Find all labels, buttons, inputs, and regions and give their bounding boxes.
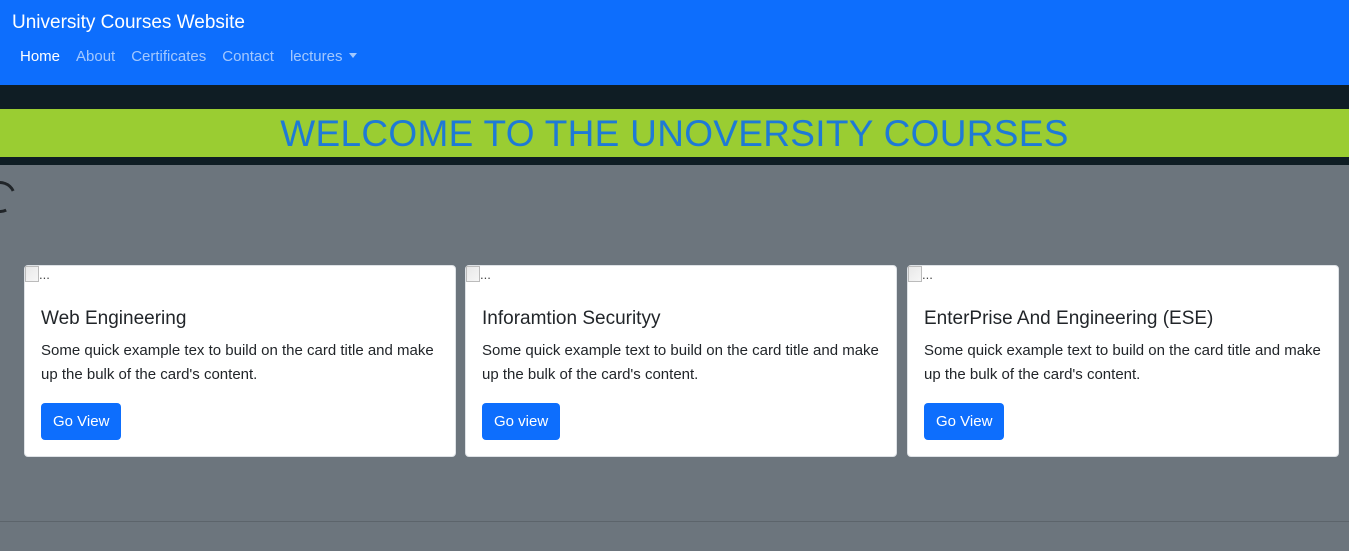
card-image-alt: ... [39, 267, 50, 282]
go-view-button[interactable]: Go View [924, 403, 1005, 440]
card-image: ... [466, 266, 491, 283]
caret-down-icon [349, 53, 358, 58]
nav-link-contact[interactable]: Contact [214, 46, 282, 68]
broken-image-icon [25, 266, 39, 282]
course-card-information-security: ... Inforamtion Securityy Some quick exa… [465, 265, 897, 457]
go-view-button[interactable]: Go View [41, 403, 122, 440]
course-card-web-engineering: ... Web Engineering Some quick example t… [24, 265, 456, 457]
welcome-banner: WELCOME TO THE UNOVERSITY COURSES [0, 109, 1349, 157]
nav-link-about[interactable]: About [68, 46, 123, 68]
navbar: University Courses Website Home About Ce… [0, 0, 1349, 85]
nav-dropdown-lectures[interactable]: lectures [282, 46, 366, 68]
broken-image-icon [466, 266, 480, 282]
course-card-enterprise-engineering: ... EnterPrise And Engineering (ESE) Som… [907, 265, 1339, 457]
card-text: Some quick example tex to build on the c… [41, 342, 434, 383]
nav-link-home[interactable]: Home [12, 46, 68, 68]
card-image: ... [25, 266, 50, 283]
nav-link-certificates[interactable]: Certificates [123, 46, 214, 68]
broken-image-icon [908, 266, 922, 282]
card-text: Some quick example text to build on the … [482, 342, 879, 383]
loading-spinner-icon [0, 176, 21, 218]
card-title: Inforamtion Securityy [482, 308, 661, 329]
card-title: Web Engineering [41, 308, 187, 329]
nav-links: Home About Certificates Contact lectures [12, 46, 365, 68]
card-image-alt: ... [480, 267, 491, 282]
card-text: Some quick example text to build on the … [924, 342, 1321, 383]
brand-title[interactable]: University Courses Website [12, 11, 245, 35]
go-view-button[interactable]: Go view [482, 403, 561, 440]
card-title: EnterPrise And Engineering (ESE) [924, 308, 1214, 329]
card-image: ... [908, 266, 933, 283]
nav-dropdown-lectures-label: lectures [289, 48, 343, 65]
footer-divider [0, 521, 1349, 522]
card-image-alt: ... [922, 267, 933, 282]
